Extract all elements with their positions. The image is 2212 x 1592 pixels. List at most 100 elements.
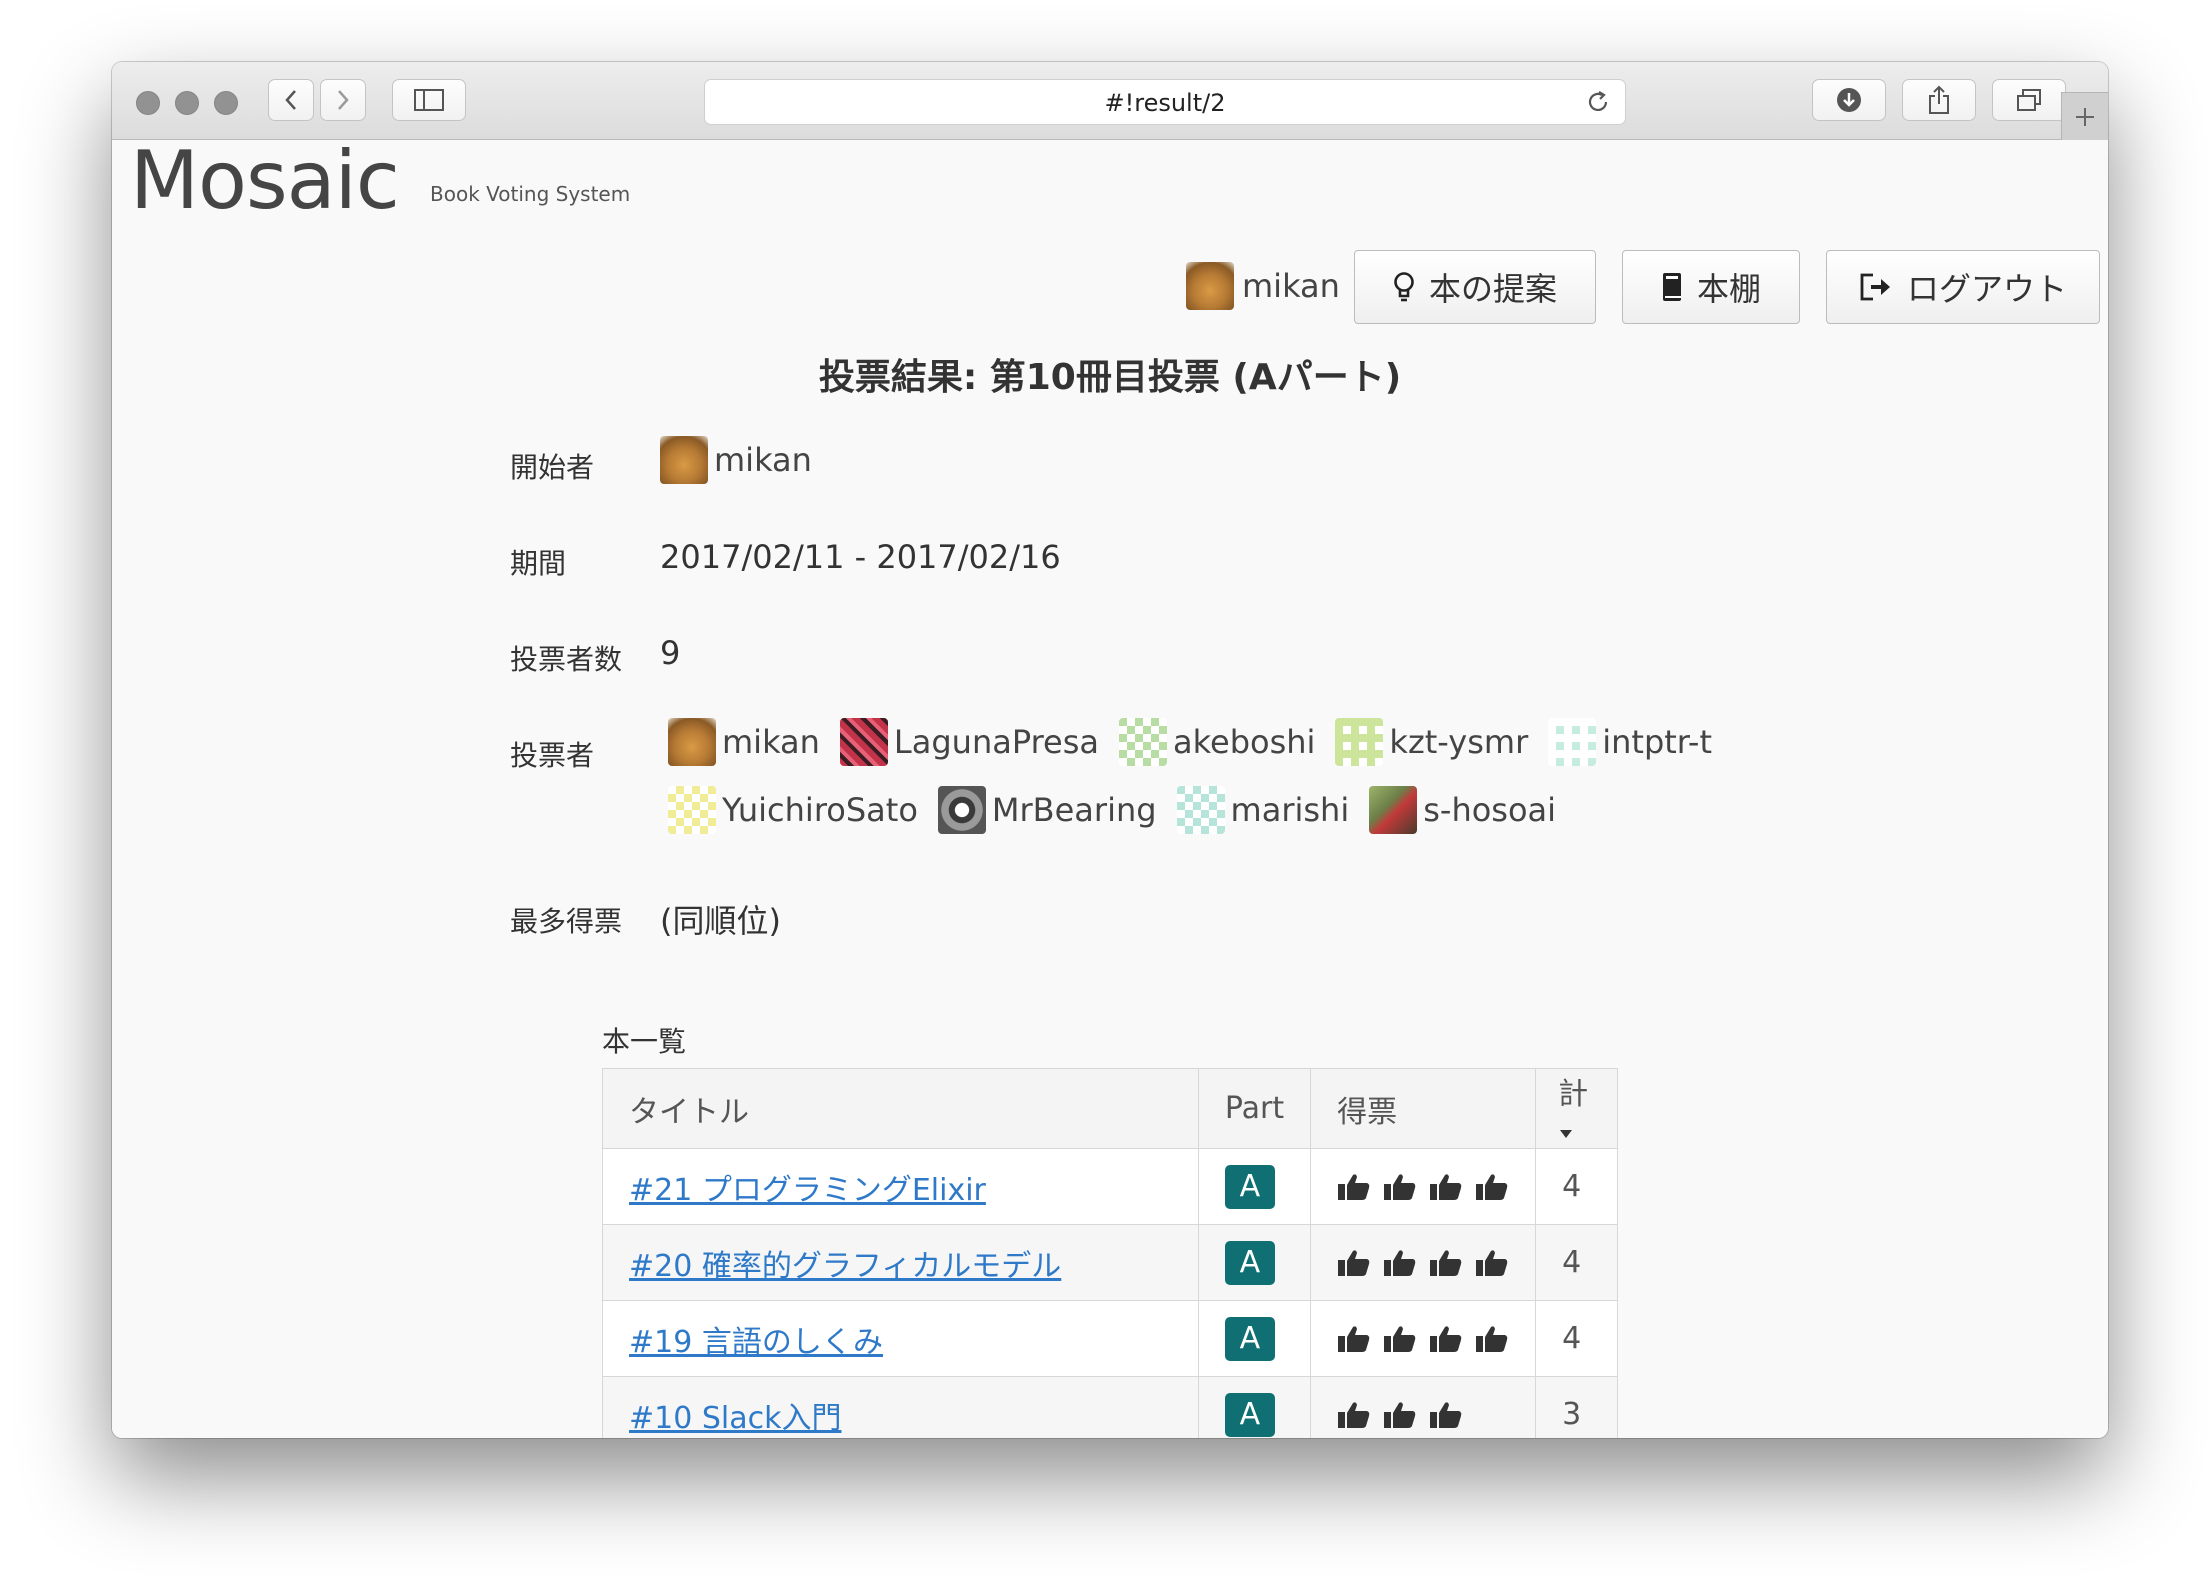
column-header-total[interactable]: 計	[1535, 1068, 1618, 1149]
voter-count-value: 9	[660, 634, 681, 672]
period-value: 2017/02/11 - 2017/02/16	[660, 538, 1061, 576]
thumbs-up-icon	[1476, 1249, 1508, 1276]
voter[interactable]: marishi	[1176, 786, 1350, 834]
tabs-overview-button[interactable]	[1992, 79, 2066, 121]
book-title-cell: #19 言語のしくみ	[602, 1300, 1199, 1377]
book-icon	[1662, 273, 1681, 301]
vote-thumbs	[1337, 1400, 1509, 1430]
url-text: #!result/2	[1104, 89, 1226, 117]
book-title-link[interactable]: #19 言語のしくみ	[629, 1325, 883, 1360]
new-tab-button[interactable]	[2061, 92, 2108, 140]
sidebar-icon	[414, 89, 444, 111]
share-icon	[1929, 85, 1949, 114]
vote-thumbs	[1337, 1324, 1509, 1354]
address-bar[interactable]: #!result/2	[704, 79, 1626, 125]
book-title-link[interactable]: #10 Slack入門	[629, 1401, 841, 1436]
share-button[interactable]	[1902, 79, 1976, 121]
thumbs-up-icon	[1430, 1325, 1462, 1352]
period-label: 期間	[510, 547, 567, 580]
voters-label: 投票者	[510, 739, 595, 772]
book-title-link[interactable]: #21 プログラミングElixir	[629, 1173, 986, 1208]
avatar	[668, 718, 716, 766]
voter-name: mikan	[722, 723, 820, 761]
avatar	[660, 436, 708, 484]
zoom-window-button[interactable]	[214, 91, 238, 115]
downloads-button[interactable]	[1812, 79, 1886, 121]
logout-icon	[1860, 273, 1890, 301]
bookshelf-button[interactable]: 本棚	[1622, 250, 1800, 324]
book-votes-cell	[1310, 1300, 1537, 1377]
thumbs-up-icon	[1430, 1173, 1462, 1200]
book-part-cell: A	[1197, 1224, 1312, 1301]
chevron-left-icon	[285, 90, 296, 110]
voter[interactable]: LagunaPresa	[839, 718, 1099, 766]
thumbs-up-icon	[1338, 1401, 1370, 1428]
forward-button[interactable]	[320, 79, 366, 121]
book-part-cell: A	[1197, 1148, 1312, 1225]
voters-line-1: mikan LagunaPresa akeboshi kzt-ysmr intp…	[668, 718, 1732, 766]
voters-line-2: YuichiroSato MrBearing marishi s-hosoai	[668, 786, 1576, 834]
sidebar-toggle-button[interactable]	[392, 79, 466, 121]
book-title-cell: #10 Slack入門	[602, 1376, 1199, 1438]
logout-button[interactable]: ログアウト	[1826, 250, 2100, 324]
starter-value: mikan	[660, 436, 812, 484]
part-badge: A	[1224, 1164, 1275, 1209]
thumbs-up-icon	[1384, 1249, 1416, 1276]
voter[interactable]: kzt-ysmr	[1335, 718, 1528, 766]
column-header-part[interactable]: Part	[1197, 1068, 1312, 1149]
avatar	[1186, 262, 1234, 310]
close-window-button[interactable]	[136, 91, 160, 115]
book-total-cell: 4	[1535, 1300, 1618, 1377]
site-logo[interactable]: Mosaic	[130, 140, 400, 227]
book-votes-cell	[1310, 1376, 1537, 1438]
current-user[interactable]: mikan	[1186, 262, 1340, 310]
page-title: 投票結果: 第10冊目投票 (Aパート)	[818, 357, 1402, 398]
site-tagline: Book Voting System	[430, 182, 631, 206]
thumbs-up-icon	[1338, 1325, 1370, 1352]
voter-name: s-hosoai	[1423, 791, 1557, 829]
book-list-label: 本一覧	[602, 1025, 687, 1058]
book-title-cell: #20 確率的グラフィカルモデル	[602, 1224, 1199, 1301]
plus-icon	[2076, 107, 2094, 126]
voter[interactable]: intptr-t	[1548, 718, 1712, 766]
suggest-book-label: 本の提案	[1428, 270, 1557, 308]
voter-name: MrBearing	[991, 791, 1157, 829]
voter[interactable]: YuichiroSato	[668, 786, 918, 834]
voter-count-label: 投票者数	[510, 643, 623, 676]
back-button[interactable]	[268, 79, 314, 121]
voter[interactable]: s-hosoai	[1369, 786, 1556, 834]
voter-name: marishi	[1230, 791, 1350, 829]
top-voted-value: (同順位)	[660, 902, 781, 940]
chevron-right-icon	[338, 90, 349, 110]
book-title-cell: #21 プログラミングElixir	[602, 1148, 1199, 1225]
column-header-total-label: 計	[1558, 1077, 1589, 1112]
table-header-row: タイトル Part 得票 計	[602, 1068, 1618, 1149]
voter[interactable]: akeboshi	[1119, 718, 1315, 766]
thumbs-up-icon	[1338, 1249, 1370, 1276]
identicon-avatar	[668, 786, 716, 834]
browser-toolbar: #!result/2	[112, 62, 2108, 140]
avatar	[937, 786, 986, 834]
table-row: #20 確率的グラフィカルモデル A 4	[602, 1224, 1618, 1301]
vote-thumbs	[1337, 1172, 1509, 1202]
lightbulb-icon	[1394, 272, 1414, 302]
suggest-book-button[interactable]: 本の提案	[1354, 250, 1596, 324]
thumbs-up-icon	[1476, 1173, 1508, 1200]
thumbs-up-icon	[1476, 1325, 1508, 1352]
minimize-window-button[interactable]	[175, 91, 199, 115]
tabs-icon	[2017, 89, 2041, 111]
voter[interactable]: MrBearing	[937, 786, 1157, 834]
reload-icon[interactable]	[1585, 89, 1611, 115]
column-header-title[interactable]: タイトル	[602, 1068, 1199, 1149]
sort-desc-icon	[1560, 1130, 1573, 1138]
avatar	[839, 718, 888, 766]
voter-name: LagunaPresa	[893, 723, 1099, 761]
page-content: Mosaic Book Voting System mikan 本の提案 本棚 …	[112, 140, 2108, 1438]
book-total-cell: 4	[1535, 1224, 1618, 1301]
column-header-votes[interactable]: 得票	[1310, 1068, 1537, 1149]
vote-thumbs	[1337, 1248, 1509, 1278]
starter-name: mikan	[714, 441, 812, 479]
voter[interactable]: mikan	[668, 718, 820, 766]
book-table: タイトル Part 得票 計 #21 プログラミングElixir A 4 #20 確率…	[602, 1068, 1618, 1438]
book-title-link[interactable]: #20 確率的グラフィカルモデル	[629, 1249, 1061, 1284]
